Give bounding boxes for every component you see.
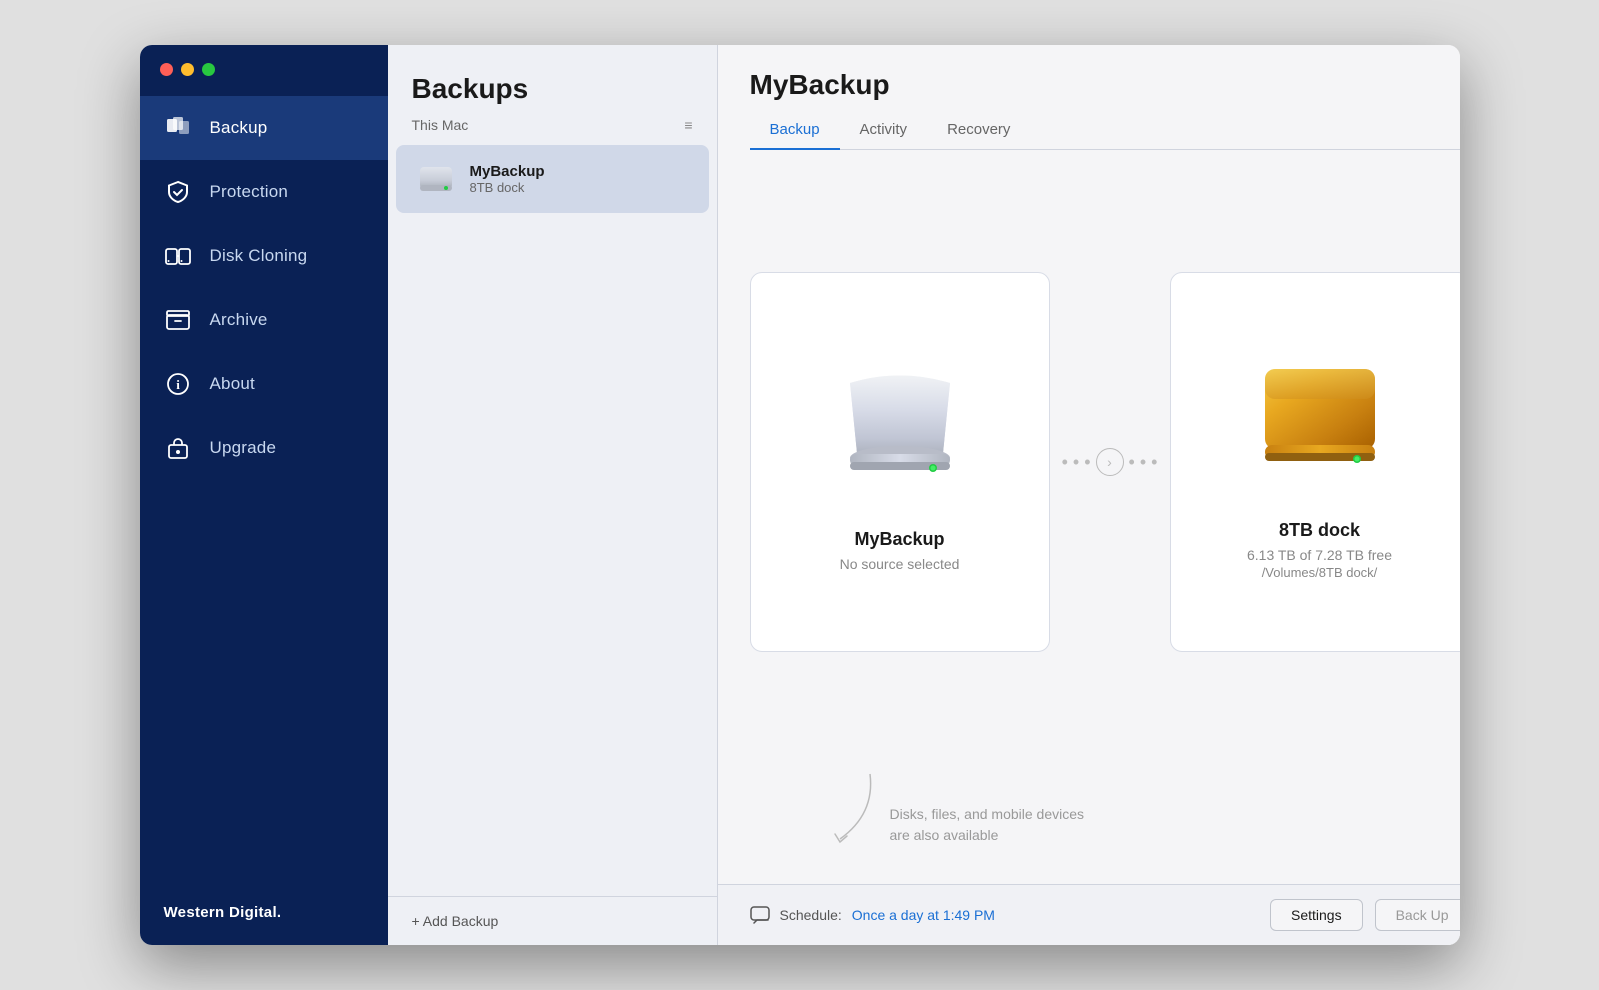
window-controls [140,45,388,86]
backup-icon [164,114,192,142]
arrow-circle: › [1096,448,1124,476]
schedule-value[interactable]: Once a day at 1:49 PM [852,907,995,923]
main-header: MyBackup Backup Activity Recovery [718,45,1460,150]
backup-item-info: MyBackup 8TB dock [470,163,545,195]
archive-icon [164,306,192,334]
sidebar-nav: Backup Protection [140,86,388,880]
brand-logo: Western Digital. [140,880,388,945]
tab-recovery[interactable]: Recovery [927,113,1030,150]
main-footer: Schedule: Once a day at 1:49 PM Settings… [718,884,1460,945]
sidebar-protection-label: Protection [210,182,289,202]
dot3: • [1084,452,1090,473]
dot4: • [1129,452,1135,473]
sidebar-item-disk-cloning[interactable]: Disk Cloning [140,224,388,288]
backups-title: Backups [412,73,529,105]
dot1: • [1062,452,1068,473]
footer-buttons: Settings Back Up [1270,899,1460,931]
middle-footer: + Add Backup [388,896,717,945]
minimize-button[interactable] [181,63,194,76]
sidebar-backup-label: Backup [210,118,268,138]
main-content: MyBackup No source selected • • • › • • [718,150,1460,884]
destination-card: 8TB dock 6.13 TB of 7.28 TB free /Volume… [1170,272,1460,652]
backup-item-sub: 8TB dock [470,180,545,195]
middle-panel: Backups This Mac ≡ [388,45,718,945]
dot6: • [1151,452,1157,473]
destination-card-title: 8TB dock [1279,520,1360,541]
backup-button[interactable]: Back Up [1375,899,1460,931]
hint-text: Disks, files, and mobile devices are als… [890,804,1090,846]
sidebar-item-backup[interactable]: Backup [140,96,388,160]
curved-arrow-icon [810,764,890,854]
sidebar-about-label: About [210,374,255,394]
arrow-connector: • • • › • • • [1050,448,1170,476]
chat-icon [750,905,770,925]
main-panel: MyBackup Backup Activity Recovery [718,45,1460,945]
fullscreen-button[interactable] [202,63,215,76]
schedule-area: Schedule: Once a day at 1:49 PM [750,905,995,925]
tab-backup[interactable]: Backup [750,113,840,150]
right-arrow-icon: › [1107,454,1112,470]
sidebar-archive-label: Archive [210,310,268,330]
drive-icon-small [416,159,456,199]
tab-activity[interactable]: Activity [840,113,928,150]
disk-cloning-icon [164,242,192,270]
upgrade-icon [164,434,192,462]
add-backup-button[interactable]: + Add Backup [412,913,499,929]
settings-button[interactable]: Settings [1270,899,1363,931]
sidebar-disk-cloning-label: Disk Cloning [210,246,308,266]
tab-bar: Backup Activity Recovery [750,113,1460,150]
this-mac-label: This Mac [412,117,469,133]
schedule-label: Schedule: [780,907,842,923]
page-title: MyBackup [750,69,1460,101]
middle-header: Backups [388,45,717,117]
sidebar-item-protection[interactable]: Protection [140,160,388,224]
hint-area: Disks, files, and mobile devices are als… [750,764,1460,854]
backup-list: MyBackup 8TB dock [388,141,717,896]
source-card: MyBackup No source selected [750,272,1050,652]
backup-cards: MyBackup No source selected • • • › • • [750,180,1460,744]
sidebar-item-archive[interactable]: Archive [140,288,388,352]
sidebar-item-upgrade[interactable]: Upgrade [140,416,388,480]
source-card-title: MyBackup [854,529,944,550]
dot2: • [1073,452,1079,473]
destination-card-subtitle: 6.13 TB of 7.28 TB free [1247,547,1392,563]
destination-card-path: /Volumes/8TB dock/ [1262,565,1378,580]
source-card-subtitle: No source selected [840,556,960,572]
dots-arrow: • • • › • • • [1062,448,1158,476]
protection-icon [164,178,192,206]
sidebar: Backup Protection [140,45,388,945]
source-drive-icon [820,353,980,513]
app-window: Backup Protection [140,45,1460,945]
destination-drive-icon [1240,344,1400,504]
backup-item-name: MyBackup [470,163,545,180]
sidebar-upgrade-label: Upgrade [210,438,277,458]
about-icon: i [164,370,192,398]
sidebar-item-about[interactable]: i About [140,352,388,416]
backup-list-item[interactable]: MyBackup 8TB dock [396,145,709,213]
svg-text:i: i [176,377,180,392]
close-button[interactable] [160,63,173,76]
middle-subtitle: This Mac ≡ [388,117,717,141]
hamburger-icon[interactable]: ≡ [684,117,692,133]
dot5: • [1140,452,1146,473]
